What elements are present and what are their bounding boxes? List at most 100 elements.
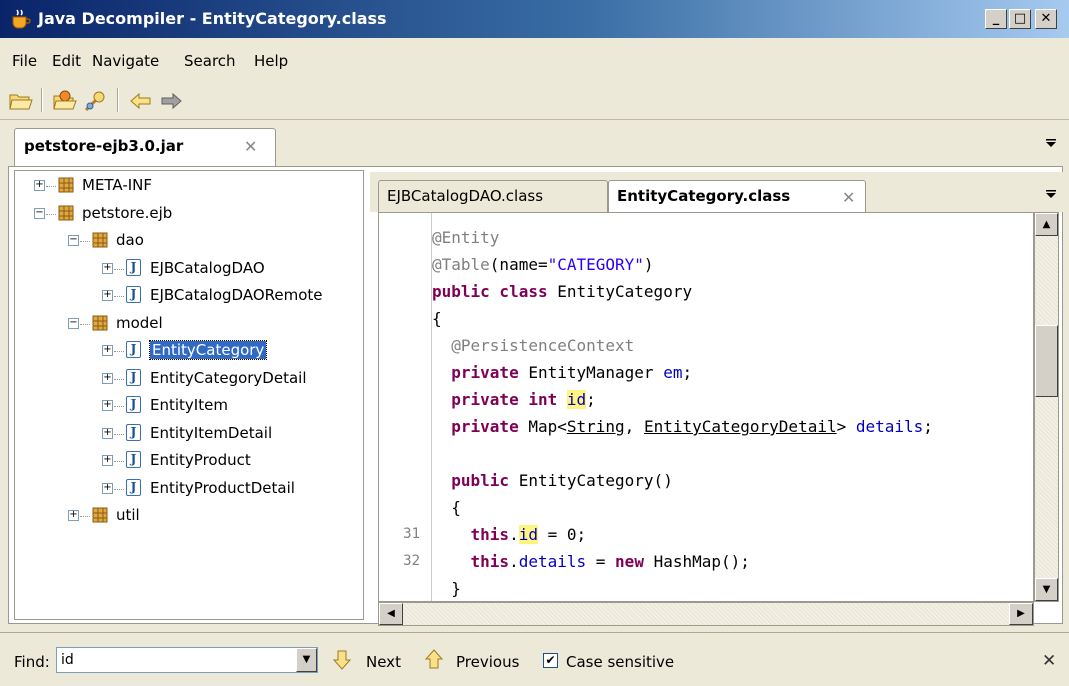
expand-icon[interactable]: +: [102, 263, 113, 274]
menu-edit[interactable]: Edit: [52, 52, 81, 70]
tree-item-label[interactable]: util: [116, 506, 140, 524]
package-icon: [92, 315, 108, 331]
search-icon[interactable]: [82, 88, 108, 114]
tab-ejbcatalogdao-class[interactable]: EJBCatalogDAO.class: [378, 180, 608, 212]
tree-connector: [46, 214, 56, 215]
expand-icon[interactable]: +: [102, 400, 113, 411]
tree-item-label[interactable]: EntityItemDetail: [150, 424, 272, 442]
back-icon[interactable]: [128, 88, 154, 114]
code-token: public class: [432, 282, 548, 301]
code-token: (name=: [489, 255, 548, 274]
find-next-button[interactable]: Next: [366, 653, 401, 671]
minimize-button[interactable]: _: [985, 9, 1007, 29]
package-icon: [58, 177, 74, 193]
package-icon: [58, 205, 74, 221]
vertical-scroll-thumb[interactable]: [1035, 325, 1058, 397]
tree-item-label[interactable]: EntityItem: [150, 396, 228, 414]
tree-item-label[interactable]: dao: [116, 231, 144, 249]
tree-item-label[interactable]: EntityProduct: [150, 451, 251, 469]
code-line: @PersistenceContext: [432, 332, 634, 359]
case-sensitive-checkbox[interactable]: ✔: [543, 653, 558, 668]
expand-icon[interactable]: +: [68, 510, 79, 521]
package-icon: [92, 507, 108, 523]
tab-jar-close-icon[interactable]: ✕: [244, 137, 257, 156]
tab-list-dropdown-icon[interactable]: [1046, 139, 1056, 147]
find-history-dropdown[interactable]: ▼: [296, 648, 317, 672]
class-file-icon: J: [126, 369, 141, 386]
collapse-icon[interactable]: −: [68, 235, 79, 246]
find-input[interactable]: [56, 647, 318, 673]
expand-icon[interactable]: +: [102, 455, 113, 466]
tree-connector: [114, 406, 124, 407]
tree-item-label[interactable]: EntityCategory: [148, 340, 268, 360]
code-token: .: [509, 525, 519, 544]
tree-item-label[interactable]: EJBCatalogDAO: [150, 259, 265, 277]
tree-connector: [114, 379, 124, 380]
arrow-down-icon[interactable]: [332, 649, 352, 671]
menu-help[interactable]: Help: [254, 52, 288, 70]
code-token: EntityCategoryDetail: [643, 417, 837, 436]
maximize-button[interactable]: □: [1009, 9, 1031, 29]
code-line: public class EntityCategory: [432, 278, 692, 305]
expand-icon[interactable]: +: [102, 373, 113, 384]
open-type-icon[interactable]: [52, 88, 78, 114]
tree-connector: [80, 324, 90, 325]
code-token: id: [566, 390, 587, 409]
class-file-icon: J: [126, 286, 141, 303]
class-file-icon: J: [126, 396, 141, 413]
package-tree[interactable]: [14, 170, 364, 620]
find-previous-button[interactable]: Previous: [456, 653, 519, 671]
vertical-scrollbar[interactable]: [1034, 212, 1059, 602]
scroll-up-button[interactable]: ▲: [1035, 213, 1058, 236]
code-token: this: [470, 552, 510, 571]
menu-navigate[interactable]: Navigate: [92, 52, 159, 70]
find-bar-close-icon[interactable]: ✕: [1042, 651, 1056, 671]
case-sensitive-label: Case sensitive: [566, 653, 675, 671]
toolbar-separator: [117, 88, 119, 112]
tree-item-label[interactable]: EJBCatalogDAORemote: [150, 286, 323, 304]
arrow-up-icon[interactable]: [424, 648, 444, 670]
tree-item-label[interactable]: META-INF: [82, 176, 152, 194]
tree-item-label[interactable]: petstore.ejb: [82, 204, 172, 222]
expand-icon[interactable]: +: [34, 180, 45, 191]
class-file-icon: J: [126, 259, 141, 276]
code-token: ;: [586, 390, 596, 409]
scroll-left-button[interactable]: ◀: [379, 603, 403, 625]
tab-entitycategory-close-icon[interactable]: ✕: [842, 188, 855, 207]
expand-icon[interactable]: +: [102, 345, 113, 356]
tree-connector: [114, 434, 124, 435]
close-button[interactable]: ✕: [1035, 9, 1057, 29]
tab-entitycategory-class[interactable]: EntityCategory.class: [608, 180, 866, 212]
code-token: "CATEGORY": [547, 255, 644, 274]
expand-icon[interactable]: +: [102, 290, 113, 301]
menu-search[interactable]: Search: [184, 52, 236, 70]
scroll-right-button[interactable]: ▶: [1009, 603, 1033, 625]
collapse-icon[interactable]: −: [34, 208, 45, 219]
editor-tab-list-dropdown-icon[interactable]: [1046, 190, 1056, 198]
menu-file[interactable]: File: [12, 52, 37, 70]
find-label: Find:: [14, 653, 50, 671]
tree-item-label[interactable]: model: [116, 314, 163, 332]
open-file-icon[interactable]: [8, 88, 34, 114]
code-token: @PersistenceContext: [451, 336, 635, 355]
tab-jar-label: petstore-ejb3.0.jar: [24, 137, 184, 155]
expand-icon[interactable]: +: [102, 428, 113, 439]
code-line: private EntityManager em;: [432, 359, 692, 386]
scroll-down-button[interactable]: ▼: [1035, 578, 1058, 601]
tree-connector: [114, 351, 124, 352]
code-token: >: [836, 417, 856, 436]
tree-item-label[interactable]: EntityCategoryDetail: [150, 369, 307, 387]
code-token: =: [586, 552, 616, 571]
code-token: String: [566, 417, 625, 436]
expand-icon[interactable]: +: [102, 483, 113, 494]
code-token: {: [432, 498, 461, 517]
tree-item-label[interactable]: EntityProductDetail: [150, 479, 295, 497]
forward-icon[interactable]: [158, 88, 184, 114]
horizontal-scrollbar[interactable]: [378, 602, 1034, 626]
collapse-icon[interactable]: −: [68, 318, 79, 329]
